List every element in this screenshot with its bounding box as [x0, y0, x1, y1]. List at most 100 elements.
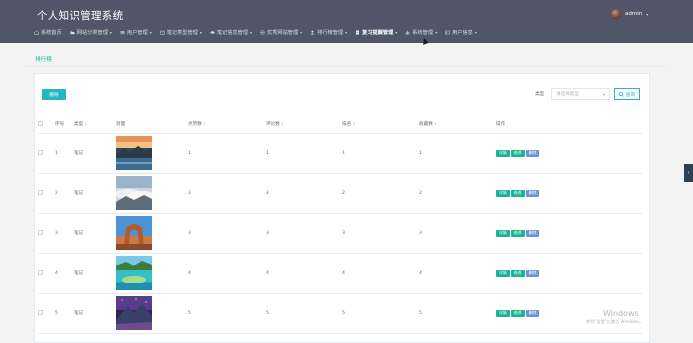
cell-likes: 1 [188, 150, 191, 156]
nav-item-8[interactable]: 系统管理 ▾ [405, 29, 437, 36]
cell-type: 笔记 [74, 231, 84, 236]
activation-watermark-hint: 转到"设置"以激活 Windows。 [586, 319, 644, 324]
column-header[interactable]: 点赞数⇕ [188, 116, 266, 133]
home-icon [34, 30, 39, 35]
cell-comments: 3 [266, 230, 269, 236]
column-header: 封面 [116, 122, 126, 128]
sort-icon[interactable]: ⇕ [281, 121, 284, 126]
nav-item-label: 复习提醒管理 [362, 30, 394, 36]
tropical-lagoon-cover-icon [116, 253, 188, 293]
edit-button[interactable]: 修改 [510, 309, 525, 317]
cell-favorites: 3 [419, 230, 422, 236]
table-row: 1 笔记 1 1 1 1 详情 修改 删除 [38, 133, 642, 173]
type-filter-label: 类型 [535, 92, 545, 97]
right-sidebar-toggle[interactable]: ‹ [684, 164, 693, 182]
table-header-row: 序号 类型⇕ 封面 点赞数⇕ 评论数⇕ 排名⇕ 收藏数⇕ 操作 [38, 116, 642, 133]
row-checkbox[interactable] [38, 189, 43, 195]
select-all-checkbox[interactable] [38, 120, 43, 126]
main-nav: 系统首页 网站分类管理 ▾ 用户管理 ▾ 笔记类型管理 ▾ 笔记信息管理 ▾ 优秀网站管理 ▾ 排行榜… [34, 28, 485, 37]
column-header[interactable]: 序号 [55, 116, 74, 133]
cell-index: 4 [55, 270, 58, 276]
nav-item-2[interactable]: 用户管理 ▾ [120, 29, 152, 36]
nav-item-9[interactable]: 用户信息 ▾ [445, 29, 477, 36]
list-icon [120, 30, 125, 35]
chevron-down-icon: ▾ [474, 30, 477, 35]
chevron-down-icon[interactable]: ▾ [646, 12, 648, 17]
cell-index: 3 [55, 230, 58, 236]
chevron-down-icon: ▾ [199, 30, 202, 35]
folder-icon [70, 30, 75, 35]
sort-icon[interactable]: ⇕ [84, 121, 87, 126]
nav-item-5[interactable]: 优秀网站管理 ▾ [260, 29, 302, 36]
nav-item-label: 系统首页 [41, 30, 62, 36]
detail-button[interactable]: 详情 [496, 149, 510, 157]
search-button[interactable]: 查询 [614, 88, 640, 100]
delete-row-button[interactable]: 删除 [525, 189, 540, 197]
nav-item-7[interactable]: 复习提醒管理 ▾ [355, 29, 397, 36]
chevron-down-icon: ▾ [149, 30, 152, 35]
row-checkbox[interactable] [38, 149, 43, 155]
edit-button[interactable]: 修改 [510, 149, 525, 157]
detail-button[interactable]: 详情 [496, 189, 510, 197]
chevron-down-icon: ▾ [602, 91, 605, 97]
column-header[interactable]: 收藏数⇕ [419, 116, 496, 133]
type-select-placeholder: 请选择类型 [556, 92, 579, 97]
sort-icon[interactable]: ⇕ [352, 121, 355, 126]
cell-likes: 4 [188, 270, 191, 276]
column-header[interactable]: 评论数⇕ [266, 116, 342, 133]
nav-item-1[interactable]: 网站分类管理 ▾ [70, 29, 112, 36]
nav-item-4[interactable]: 笔记信息管理 ▾ [210, 29, 252, 36]
nav-item-label: 用户管理 [126, 30, 148, 36]
car-icon [210, 30, 215, 35]
cell-rank: 5 [342, 310, 345, 316]
nav-item-3[interactable]: 笔记类型管理 ▾ [160, 29, 202, 36]
cell-comments: 2 [266, 190, 269, 196]
cell-favorites: 5 [419, 310, 422, 316]
delete-row-button[interactable]: 删除 [525, 309, 540, 317]
nav-item-label: 排行榜管理 [317, 30, 344, 36]
globe-icon [260, 30, 265, 35]
delete-row-button[interactable]: 删除 [525, 149, 540, 157]
row-checkbox[interactable] [38, 269, 43, 275]
sort-icon[interactable]: ⇕ [203, 121, 206, 126]
breadcrumb[interactable]: 排行榜 [35, 55, 52, 63]
detail-button[interactable]: 详情 [496, 229, 510, 237]
nav-item-6[interactable]: 排行榜管理 ▾ [310, 29, 347, 36]
nav-item-label: 用户信息 [452, 30, 473, 36]
detail-button[interactable]: 详情 [496, 269, 510, 277]
bar-chart-icon [405, 30, 410, 35]
cell-type: 笔记 [74, 311, 84, 316]
edit-button[interactable]: 修改 [510, 229, 525, 237]
table-row: 5 笔记 5 5 5 5 详情 修改 删除 [38, 293, 642, 333]
table-row: 2 笔记 2 2 2 2 详情 修改 删除 [38, 173, 642, 213]
cell-favorites: 4 [419, 270, 422, 276]
detail-button[interactable]: 详情 [496, 309, 510, 317]
nav-item-0[interactable]: 系统首页 [34, 29, 62, 36]
edit-button[interactable]: 修改 [510, 269, 525, 277]
column-header[interactable]: 排名⇕ [342, 116, 419, 133]
delete-row-button[interactable]: 删除 [525, 269, 540, 277]
edit-button[interactable]: 修改 [510, 189, 525, 197]
delete-button[interactable]: 删除 [42, 89, 66, 100]
cell-rank: 2 [342, 190, 345, 196]
row-checkbox[interactable] [38, 309, 43, 315]
nav-item-label: 系统管理 [412, 30, 434, 36]
row-actions: 详情 修改 删除 [496, 269, 642, 277]
cell-type: 笔记 [74, 151, 84, 156]
cell-rank: 4 [342, 270, 345, 276]
chevron-down-icon: ▾ [345, 30, 348, 35]
chevron-down-icon: ▾ [395, 30, 398, 35]
sort-icon[interactable]: ⇕ [434, 121, 437, 126]
nav-item-label: 笔记信息管理 [216, 30, 248, 36]
id-card-icon [445, 30, 450, 35]
user-name[interactable]: admin [625, 11, 642, 17]
cloud-mountain-cover-icon [116, 173, 188, 213]
avatar[interactable] [611, 9, 621, 19]
type-select[interactable]: 请选择类型 ▾ [551, 88, 610, 100]
cell-likes: 2 [188, 190, 191, 196]
sunset-lake-cover-icon [116, 133, 188, 173]
delete-row-button[interactable]: 删除 [525, 229, 540, 237]
row-checkbox[interactable] [38, 229, 43, 235]
column-header[interactable]: 类型⇕ [74, 116, 116, 133]
user-menu[interactable]: admin ▾ [611, 9, 648, 19]
